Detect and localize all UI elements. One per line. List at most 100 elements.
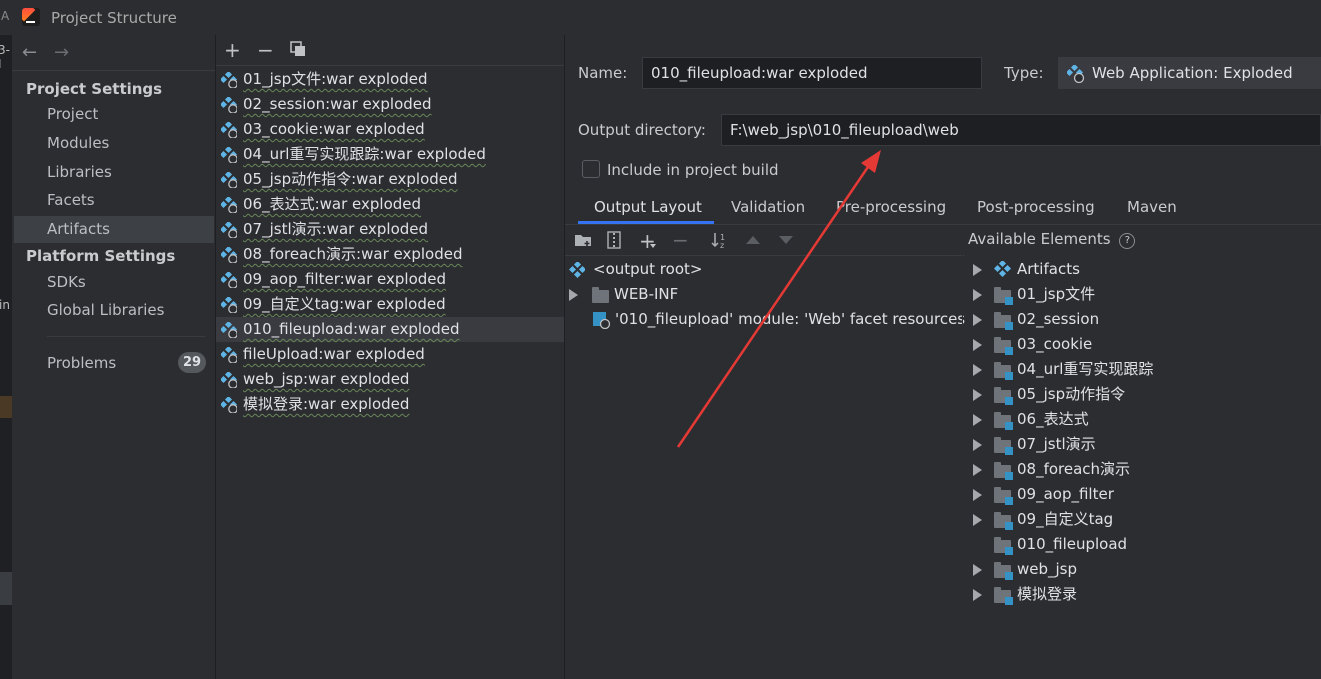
copy-icon[interactable]: [290, 41, 306, 57]
new-folder-icon[interactable]: [574, 232, 592, 252]
module-folder-icon: [994, 487, 1013, 505]
expand-arrow-icon[interactable]: [973, 439, 982, 451]
problems-count-badge: 29: [178, 352, 206, 373]
name-field[interactable]: 010_fileupload:war exploded: [642, 57, 982, 89]
output-directory-field[interactable]: F:\web_jsp\010_fileupload\web: [721, 114, 1321, 146]
artifact-label: 06_表达式:war exploded: [243, 195, 422, 213]
strip-label-a: A: [1, 9, 10, 23]
artifact-list-item[interactable]: 05_jsp动作指令:war exploded: [216, 167, 564, 192]
expand-arrow-icon[interactable]: [973, 264, 982, 276]
archive-icon[interactable]: [607, 231, 621, 253]
tree-label: web_jsp: [1017, 560, 1078, 578]
sidebar-item-label: Problems: [47, 354, 117, 372]
web-artifact-icon: [221, 372, 237, 388]
tab-pre-processing[interactable]: Pre-processing: [836, 198, 946, 223]
artifact-label: 模拟登录:war exploded: [243, 395, 410, 413]
add-dropdown-icon[interactable]: [650, 244, 656, 248]
tab-divider: [565, 224, 1321, 225]
expand-arrow-icon[interactable]: [973, 339, 982, 351]
remove-artifact-button[interactable]: −: [257, 40, 274, 60]
layout-splitter[interactable]: [962, 225, 963, 679]
expand-arrow-icon[interactable]: [973, 364, 982, 376]
expand-arrow-icon[interactable]: [973, 464, 982, 476]
sidebar-item-label: Project: [47, 105, 99, 123]
move-down-icon: [779, 236, 793, 244]
expand-arrow-icon[interactable]: [973, 489, 982, 501]
background-window-edge: 3-I in: [0, 35, 12, 679]
expand-arrow-icon[interactable]: [973, 389, 982, 401]
sidebar-item-label: Libraries: [47, 163, 112, 181]
expand-arrow-icon[interactable]: [973, 589, 982, 601]
sidebar-item-modules[interactable]: Modules: [14, 130, 214, 157]
module-folder-icon: [994, 362, 1013, 380]
artifact-list-item[interactable]: 06_表达式:war exploded: [216, 192, 564, 217]
artifact-list-item[interactable]: 09_aop_filter:war exploded: [216, 267, 564, 292]
artifact-list-item[interactable]: 010_fileupload:war exploded: [216, 317, 564, 342]
platform-settings-header: Platform Settings: [26, 247, 176, 265]
tab-post-processing[interactable]: Post-processing: [977, 198, 1095, 223]
artifact-list-item[interactable]: 02_session:war exploded: [216, 92, 564, 117]
title-bar: [0, 0, 1321, 35]
expand-arrow-icon[interactable]: [569, 289, 578, 301]
artifact-list-item[interactable]: 03_cookie:war exploded: [216, 117, 564, 142]
remove-icon: −: [672, 228, 689, 252]
tab-maven[interactable]: Maven: [1127, 198, 1177, 223]
web-artifact-icon: [221, 272, 237, 288]
expand-arrow-icon[interactable]: [973, 564, 982, 576]
module-folder-icon: [994, 412, 1013, 430]
web-artifact-icon: [221, 397, 237, 413]
tree-label: 03_cookie: [1017, 335, 1093, 353]
artifact-list-item[interactable]: 04_url重写实现跟踪:war exploded: [216, 142, 564, 167]
add-artifact-button[interactable]: +: [224, 40, 241, 60]
sidebar-item-artifacts[interactable]: Artifacts: [14, 216, 214, 243]
module-folder-icon: [994, 437, 1013, 455]
web-artifact-icon: [221, 122, 237, 138]
module-folder-icon: [994, 587, 1013, 605]
sort-icon[interactable]: 1z: [711, 231, 731, 253]
expand-arrow-icon[interactable]: [973, 289, 982, 301]
svg-text:z: z: [720, 241, 724, 249]
tab-validation[interactable]: Validation: [731, 198, 805, 223]
artifact-list-item[interactable]: 模拟登录:war exploded: [216, 392, 564, 417]
module-folder-icon: [994, 337, 1013, 355]
sidebar-item-label: Facets: [47, 191, 95, 209]
web-artifact-icon: [1065, 63, 1085, 87]
help-icon[interactable]: ?: [1119, 233, 1136, 249]
sidebar-item-global-libraries[interactable]: Global Libraries: [14, 297, 214, 324]
arrow-right-icon[interactable]: →: [54, 42, 69, 63]
include-in-build-checkbox[interactable]: [582, 160, 600, 178]
tree-label: 06_表达式: [1017, 410, 1089, 428]
artifact-label: 08_foreach演示:war exploded: [243, 245, 463, 263]
tab-output-layout[interactable]: Output Layout: [594, 198, 702, 223]
artifact-list-item[interactable]: 01_jsp文件:war exploded: [216, 67, 564, 92]
sidebar-item-facets[interactable]: Facets: [14, 187, 214, 214]
web-artifact-icon: [221, 347, 237, 363]
list-splitter[interactable]: [564, 35, 565, 679]
expand-arrow-icon[interactable]: [973, 414, 982, 426]
artifact-list-item[interactable]: web_jsp:war exploded: [216, 367, 564, 392]
available-elements-header: Available Elements ?: [968, 227, 1136, 252]
sidebar-item-sdks[interactable]: SDKs: [14, 269, 214, 296]
strip-highlight: [0, 396, 12, 418]
folder-icon: [592, 287, 609, 303]
expand-arrow-icon[interactable]: [973, 514, 982, 526]
type-dropdown[interactable]: Web Application: Exploded: [1058, 57, 1321, 89]
artifact-list-item[interactable]: 09_自定义tag:war exploded: [216, 292, 564, 317]
web-artifact-icon: [221, 247, 237, 263]
artifact-label: 04_url重写实现跟踪:war exploded: [243, 145, 486, 163]
type-value: Web Application: Exploded: [1092, 64, 1293, 82]
artifact-list-item[interactable]: 07_jstl演示:war exploded: [216, 217, 564, 242]
artifact-label: fileUpload:war exploded: [243, 345, 425, 363]
sidebar-item-libraries[interactable]: Libraries: [14, 159, 214, 186]
web-facet-icon: [593, 312, 611, 329]
move-up-icon: [746, 236, 760, 244]
sidebar-item-project[interactable]: Project: [14, 101, 214, 128]
add-icon[interactable]: +: [639, 231, 656, 251]
artifact-label: 05_jsp动作指令:war exploded: [243, 170, 458, 188]
tree-label: 09_自定义tag: [1017, 510, 1114, 528]
module-folder-icon: [994, 537, 1013, 555]
arrow-left-icon[interactable]: ←: [22, 42, 37, 63]
expand-arrow-icon[interactable]: [973, 314, 982, 326]
artifact-list-item[interactable]: fileUpload:war exploded: [216, 342, 564, 367]
artifact-list-item[interactable]: 08_foreach演示:war exploded: [216, 242, 564, 267]
